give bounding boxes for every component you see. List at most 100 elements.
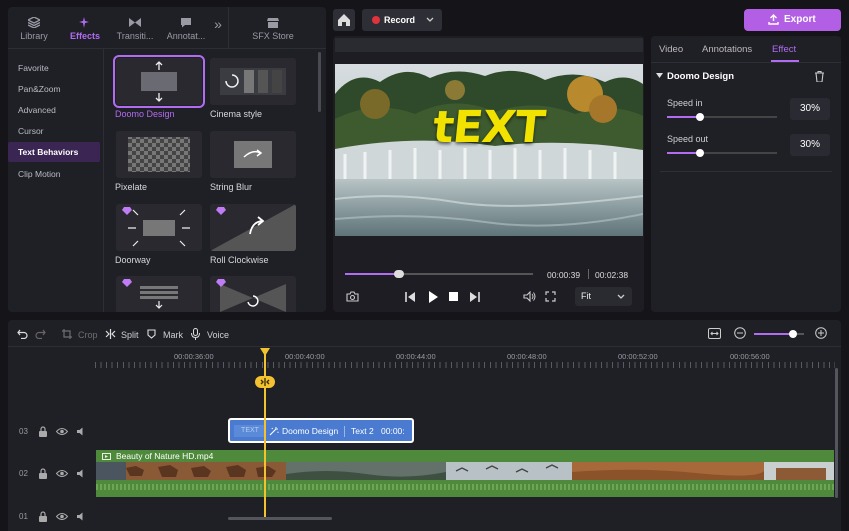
tab-annotations-label: Annotat... bbox=[166, 31, 206, 41]
playhead-top-icon[interactable] bbox=[260, 348, 270, 356]
speed-out-value[interactable]: 30% bbox=[790, 134, 830, 156]
fit-dropdown[interactable]: Fit bbox=[575, 287, 632, 306]
pixelate-preview-icon bbox=[128, 137, 190, 172]
step-forward-icon[interactable] bbox=[469, 292, 480, 302]
camera-icon[interactable] bbox=[346, 291, 359, 302]
speed-in-label: Speed in bbox=[667, 98, 703, 108]
step-back-icon[interactable] bbox=[405, 292, 416, 302]
category-favorite[interactable]: Favorite bbox=[8, 58, 100, 78]
ruler-label: 00:00:48:00 bbox=[507, 352, 547, 361]
effect-thumb-doorway[interactable] bbox=[116, 204, 202, 251]
tab-library-label: Library bbox=[20, 31, 48, 41]
microphone-icon[interactable] bbox=[191, 328, 200, 340]
mark-icon[interactable] bbox=[147, 329, 156, 339]
sidebar-divider bbox=[103, 49, 104, 312]
eye-icon[interactable] bbox=[56, 427, 68, 436]
category-clip-motion[interactable]: Clip Motion bbox=[8, 164, 100, 184]
eye-icon[interactable] bbox=[56, 512, 68, 521]
effect-thumb-roll-clockwise[interactable] bbox=[210, 204, 296, 251]
text-clip[interactable]: TEXT Doomo Design Text 2 00:00: bbox=[228, 418, 414, 443]
playback-scrubber[interactable] bbox=[394, 270, 404, 278]
effect-thumb-string-blur[interactable] bbox=[210, 131, 296, 178]
tab-sfx-store[interactable]: SFX Store bbox=[248, 7, 298, 49]
text-clip-thumbnail: TEXT bbox=[234, 425, 266, 437]
effect-label-doomo-design: Doomo Design bbox=[115, 109, 175, 119]
video-canvas[interactable]: tEXT bbox=[335, 64, 643, 236]
speed-in-value[interactable]: 30% bbox=[790, 98, 830, 120]
sfx-store-icon bbox=[267, 18, 279, 28]
effect-thumb-cinema-style[interactable] bbox=[210, 58, 296, 105]
category-pan-zoom[interactable]: Pan&Zoom bbox=[8, 79, 100, 99]
crop-icon[interactable] bbox=[62, 329, 72, 339]
premium-gem-icon bbox=[122, 279, 132, 287]
record-label: Record bbox=[384, 15, 416, 25]
undo-icon[interactable] bbox=[17, 329, 28, 339]
category-cursor[interactable]: Cursor bbox=[8, 121, 100, 141]
ruler-label: 00:00:40:00 bbox=[285, 352, 325, 361]
time-ruler[interactable] bbox=[95, 362, 835, 368]
fit-timeline-icon[interactable] bbox=[708, 328, 721, 339]
play-icon[interactable] bbox=[428, 291, 438, 303]
ruler-label: 00:00:52:00 bbox=[618, 352, 658, 361]
video-clip[interactable]: Beauty of Nature HD.mp4 bbox=[96, 450, 834, 497]
category-text-behaviors[interactable]: Text Behaviors bbox=[8, 142, 100, 162]
film-icon bbox=[102, 453, 111, 460]
tab-transitions[interactable]: Transiti... bbox=[112, 7, 158, 49]
tab-effect[interactable]: Effect bbox=[772, 44, 796, 55]
effect-thumb-rotate[interactable] bbox=[210, 276, 296, 312]
split-icon[interactable] bbox=[105, 329, 116, 339]
home-button[interactable] bbox=[333, 9, 355, 31]
volume-icon[interactable] bbox=[523, 291, 536, 302]
effect-thumb-blinds[interactable] bbox=[116, 276, 202, 312]
more-tabs-icon: » bbox=[214, 16, 222, 32]
fullscreen-icon[interactable] bbox=[545, 291, 556, 302]
split-marker-button[interactable] bbox=[255, 376, 275, 388]
track-number: 01 bbox=[19, 512, 28, 521]
export-button[interactable]: Export bbox=[744, 9, 841, 31]
library-icon bbox=[28, 17, 40, 28]
mark-button[interactable]: Mark bbox=[163, 330, 183, 340]
voice-button[interactable]: Voice bbox=[207, 330, 229, 340]
speed-out-label: Speed out bbox=[667, 134, 709, 144]
tab-library[interactable]: Library bbox=[14, 7, 54, 49]
effect-thumb-pixelate[interactable] bbox=[116, 131, 202, 178]
speaker-icon[interactable] bbox=[76, 427, 86, 436]
doomo-design-preview-icon bbox=[141, 61, 177, 102]
text-clip-label: Text 2 bbox=[351, 426, 374, 436]
zoom-handle[interactable] bbox=[789, 330, 797, 338]
zoom-in-icon[interactable] bbox=[815, 327, 827, 339]
speed-in-handle[interactable] bbox=[696, 113, 704, 121]
time-separator bbox=[588, 269, 589, 279]
split-button[interactable]: Split bbox=[121, 330, 139, 340]
speed-out-handle[interactable] bbox=[696, 149, 704, 157]
crop-button[interactable]: Crop bbox=[78, 330, 98, 340]
left-tabs: Library Effects Transiti... Annotat... »… bbox=[8, 7, 326, 49]
tab-more[interactable]: » bbox=[210, 7, 226, 49]
stop-icon[interactable] bbox=[449, 292, 458, 301]
eye-icon[interactable] bbox=[56, 469, 68, 478]
collapse-triangle-icon[interactable] bbox=[656, 73, 663, 79]
tab-effects-label: Effects bbox=[69, 31, 100, 41]
record-button[interactable]: Record bbox=[362, 9, 442, 31]
category-advanced[interactable]: Advanced bbox=[8, 100, 100, 120]
zoom-out-icon[interactable] bbox=[734, 327, 746, 339]
trash-icon[interactable] bbox=[815, 71, 824, 82]
tab-effects[interactable]: Effects bbox=[64, 7, 106, 49]
effect-section-divider bbox=[660, 171, 832, 172]
redo-icon[interactable] bbox=[35, 329, 46, 339]
chevron-down-icon[interactable] bbox=[426, 17, 434, 23]
timeline-horizontal-scrollbar[interactable] bbox=[228, 517, 332, 520]
lock-icon[interactable] bbox=[38, 468, 48, 479]
lock-icon[interactable] bbox=[38, 511, 48, 522]
track-number: 02 bbox=[19, 469, 28, 478]
lock-icon[interactable] bbox=[38, 426, 48, 437]
effect-thumb-doomo-design[interactable] bbox=[113, 55, 205, 108]
tab-annotations[interactable]: Annotat... bbox=[162, 7, 210, 49]
effects-scrollbar[interactable] bbox=[318, 52, 321, 112]
speaker-icon[interactable] bbox=[76, 469, 86, 478]
text-overlay[interactable]: tEXT bbox=[430, 102, 546, 153]
tab-video[interactable]: Video bbox=[659, 44, 683, 55]
tab-annotations-props[interactable]: Annotations bbox=[702, 44, 752, 55]
timeline-vertical-scrollbar[interactable] bbox=[835, 368, 838, 498]
speaker-icon[interactable] bbox=[76, 512, 86, 521]
